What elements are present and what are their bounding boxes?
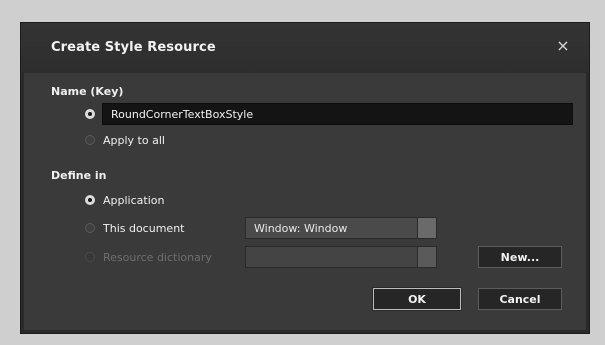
new-button-label: New...: [500, 250, 540, 264]
new-button[interactable]: New...: [478, 246, 562, 268]
ok-button-label: OK: [408, 292, 426, 306]
radio-unselected-icon[interactable]: [85, 223, 95, 233]
resource-key-value: RoundCornerTextBoxStyle: [111, 108, 254, 121]
radio-selected-icon[interactable]: [85, 109, 95, 119]
cancel-button-label: Cancel: [499, 292, 541, 306]
close-icon[interactable]: ×: [555, 38, 571, 54]
radio-resource-dictionary[interactable]: Resource dictionary: [85, 248, 212, 266]
this-document-label: This document: [103, 221, 185, 235]
dictionary-combo: [245, 246, 437, 268]
radio-apply-to-all[interactable]: Apply to all: [85, 131, 165, 149]
define-in-label: Define in: [51, 169, 107, 182]
apply-to-all-label: Apply to all: [103, 133, 165, 147]
name-key-label: Name (Key): [51, 85, 124, 98]
document-combo-value: Window: Window: [254, 222, 348, 235]
cancel-button[interactable]: Cancel: [478, 288, 562, 310]
application-label: Application: [103, 193, 165, 207]
resource-key-input[interactable]: RoundCornerTextBoxStyle: [102, 103, 573, 125]
dialog-titlebar: Create Style Resource ×: [21, 23, 589, 73]
combo-dropdown-icon[interactable]: [417, 218, 436, 238]
ok-button[interactable]: OK: [372, 287, 462, 311]
radio-selected-icon[interactable]: [85, 195, 95, 205]
radio-application[interactable]: Application: [85, 191, 164, 209]
create-style-resource-dialog: Create Style Resource × Name (Key) Round…: [20, 22, 590, 334]
resource-dictionary-label: Resource dictionary: [103, 250, 212, 264]
radio-name-key[interactable]: [85, 105, 103, 123]
dialog-title: Create Style Resource: [51, 40, 216, 55]
combo-dropdown-icon: [417, 247, 436, 267]
radio-disabled-icon: [85, 252, 95, 262]
radio-this-document[interactable]: This document: [85, 219, 184, 237]
radio-unselected-icon[interactable]: [85, 135, 95, 145]
document-combo[interactable]: Window: Window: [245, 217, 437, 239]
